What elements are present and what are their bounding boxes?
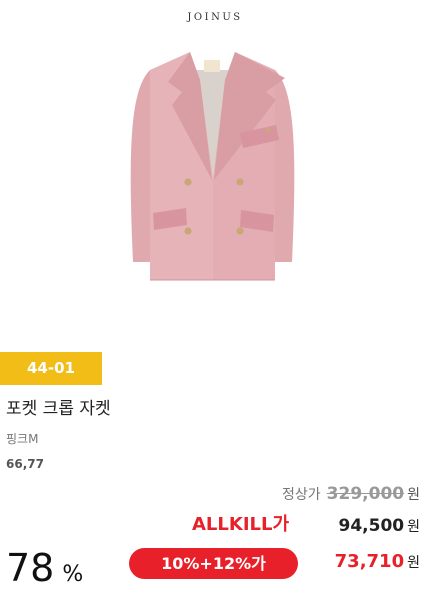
product-card[interactable]: JOINUS 44-01 포켓 크롭 자켓 핑크M 66,77 정상가 329,…	[0, 0, 430, 600]
brand-logo: JOINUS	[187, 12, 243, 23]
regular-price-row: 정상가 329,000 원	[282, 484, 420, 504]
allkill-logo-text: ALLKILL가	[192, 514, 289, 534]
currency-unit: 원	[407, 555, 420, 571]
discount-rate-value: 78	[6, 546, 55, 590]
product-code-badge: 44-01	[0, 352, 102, 385]
allkill-logo-graphic: ALLKILL가	[192, 514, 289, 534]
product-image[interactable]	[0, 30, 430, 340]
currency-unit: 원	[407, 519, 420, 535]
product-name[interactable]: 포켓 크롭 자켓	[6, 394, 111, 419]
product-color: 핑크M	[6, 432, 39, 446]
currency-unit: 원	[407, 487, 420, 503]
discount-rate: 78 %	[6, 546, 83, 590]
allkill-price: 94,500	[338, 516, 405, 536]
regular-price: 329,000	[326, 484, 405, 504]
discount-rate-unit: %	[62, 562, 84, 587]
regular-price-label: 정상가	[282, 487, 321, 503]
final-price: 73,710	[334, 551, 405, 572]
coupon-discount-badge: 10%+12%가	[129, 548, 298, 579]
allkill-logo: ALLKILL가	[192, 512, 302, 534]
final-price-row: 73,710 원	[335, 551, 420, 572]
product-sizes: 66,77	[6, 457, 44, 471]
allkill-price-row: 94,500 원	[339, 516, 421, 536]
